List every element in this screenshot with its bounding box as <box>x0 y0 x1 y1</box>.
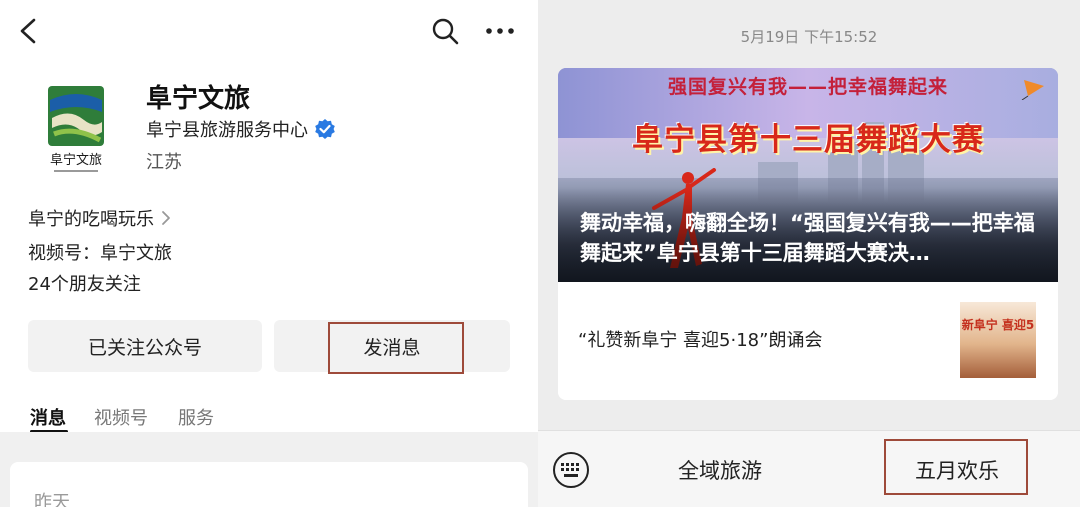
tab-services[interactable]: 服务 <box>178 404 214 430</box>
search-icon[interactable] <box>430 16 460 46</box>
message-date: 昨天 <box>34 492 70 507</box>
sub-article-title: “礼赞新阜宁 喜迎5·18”朗诵会 <box>578 330 823 351</box>
message-timestamp: 5月19日 下午15:52 <box>740 28 878 46</box>
account-profile-panel: 阜宁文旅 阜宁文旅 阜宁县旅游服务中心 江苏 阜宁的吃喝玩乐 视频号：阜宁文旅 … <box>0 0 538 507</box>
channels-link[interactable]: 视频号：阜宁文旅 <box>28 239 172 265</box>
article-title: 舞动幸福，嗨翻全场！“强国复兴有我——把幸福舞起来”阜宁县第十三届舞蹈大赛决… <box>580 211 1035 265</box>
menu-item-all-region-tourism[interactable]: 全域旅游 <box>678 455 762 485</box>
sub-article[interactable]: “礼赞新阜宁 喜迎5·18”朗诵会 新阜宁 喜迎5 <box>558 282 1058 400</box>
thumbnail-text: 新阜宁 喜迎5 <box>961 318 1035 332</box>
more-icon[interactable] <box>484 18 516 44</box>
message-card[interactable] <box>10 462 528 507</box>
banner-slogan: 强国复兴有我——把幸福舞起来 <box>667 76 948 98</box>
tab-channels[interactable]: 视频号 <box>94 404 148 430</box>
back-icon[interactable] <box>14 16 42 46</box>
logo-text: 阜宁文旅 <box>50 152 102 168</box>
account-region: 江苏 <box>146 152 182 173</box>
send-message-highlight <box>328 322 464 374</box>
friends-following[interactable]: 24个朋友关注 <box>28 270 141 296</box>
article-card[interactable]: 强国复兴有我——把幸福舞起来 阜宁县第十三届舞蹈大赛 舞动幸福，嗨翻全场！“强国… <box>558 68 1058 400</box>
tagline-text: 阜宁的吃喝玩乐 <box>28 209 154 230</box>
sub-article-thumbnail: 新阜宁 喜迎5 <box>960 302 1036 378</box>
menu-highlight <box>884 439 1028 495</box>
chevron-right-icon <box>162 211 170 225</box>
tagline-row[interactable]: 阜宁的吃喝玩乐 <box>28 205 172 231</box>
followed-button[interactable]: 已关注公众号 <box>28 320 262 372</box>
account-name: 阜宁文旅 <box>146 84 251 114</box>
chat-panel: 5月19日 下午15:52 强国复兴有我——把幸福舞起来 阜宁县第十三届舞蹈大赛… <box>538 0 1080 507</box>
channels-text: 视频号：阜宁文旅 <box>28 243 172 264</box>
banner-event-title: 阜宁县第十三届舞蹈大赛 <box>632 122 984 158</box>
keyboard-icon[interactable] <box>552 451 590 489</box>
account-logo: 阜宁文旅 <box>48 86 104 172</box>
custom-menu-bar: 全域旅游 五月欢乐 <box>538 430 1080 507</box>
kite-icon <box>1021 80 1044 100</box>
verified-badge-icon <box>315 119 335 139</box>
account-organization: 阜宁县旅游服务中心 <box>146 116 336 142</box>
organization-label: 阜宁县旅游服务中心 <box>146 120 308 141</box>
friends-text: 24个朋友关注 <box>28 274 141 295</box>
article-banner[interactable]: 强国复兴有我——把幸福舞起来 阜宁县第十三届舞蹈大赛 舞动幸福，嗨翻全场！“强国… <box>558 68 1058 282</box>
tab-messages[interactable]: 消息 <box>30 404 66 430</box>
